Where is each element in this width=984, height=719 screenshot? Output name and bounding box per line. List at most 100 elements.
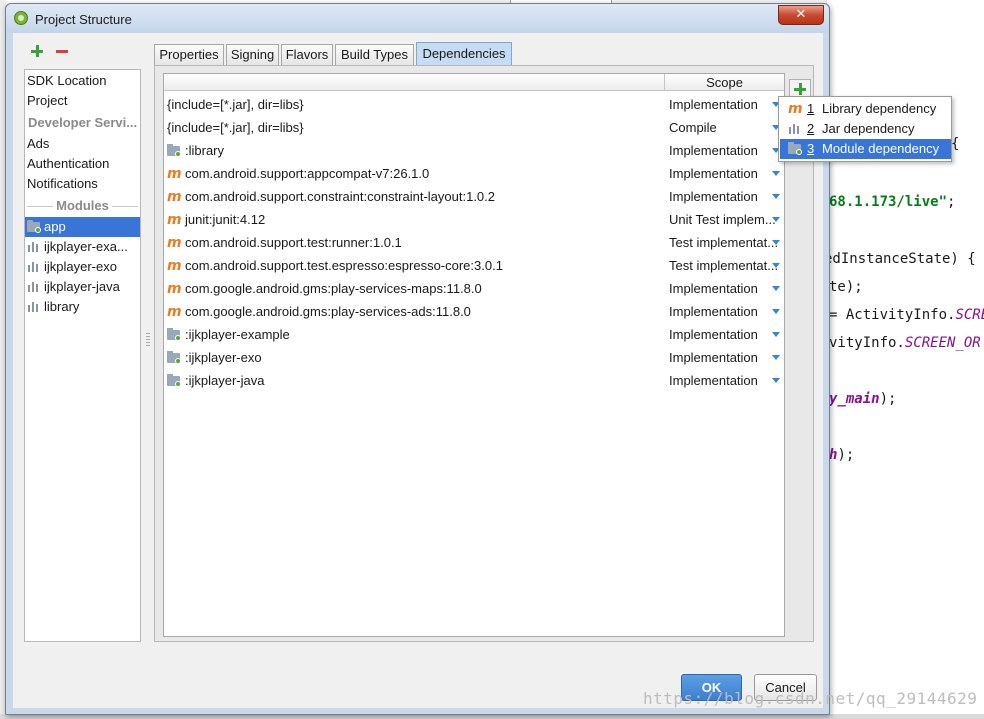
dependency-name: m junit:junit:4.12 xyxy=(167,208,265,232)
menu-item-library-dependency[interactable]: m 1 Library dependency xyxy=(780,99,951,119)
sidebar: SDK Location Project Developer Servi... … xyxy=(24,69,141,642)
editor-brace: { xyxy=(951,136,960,152)
scope-dropdown[interactable]: Compile xyxy=(669,116,777,139)
table-row[interactable]: m com.android.support.test.espresso:espre… xyxy=(164,254,784,277)
remove-icon[interactable] xyxy=(55,44,69,58)
menu-item-label: Library dependency xyxy=(822,101,937,116)
dependency-name: :ijkplayer-example xyxy=(167,323,290,346)
maven-icon: m xyxy=(167,189,182,205)
sidebar-item-ijkplayer-example[interactable]: ijkplayer-exa... xyxy=(25,237,140,257)
table-row[interactable]: m junit:junit:4.12 Unit Test implem... xyxy=(164,208,784,231)
menu-item-number: 3 xyxy=(807,141,815,156)
maven-icon: m xyxy=(167,212,182,228)
table-row[interactable]: m com.google.android.gms:play-services-ad… xyxy=(164,300,784,323)
chevron-down-icon[interactable] xyxy=(772,217,780,222)
menu-item-number: 1 xyxy=(807,101,815,116)
dependency-name: {include=[*.jar], dir=libs} xyxy=(167,116,304,139)
scope-dropdown[interactable]: Unit Test implem... xyxy=(669,208,777,231)
table-row[interactable]: :ijkplayer-java Implementation xyxy=(164,369,784,392)
dependency-name: m com.google.android.gms:play-services-ma… xyxy=(167,277,482,301)
sidebar-item-notifications[interactable]: Notifications xyxy=(25,174,140,194)
table-row[interactable]: m com.android.support.constraint:constrai… xyxy=(164,185,784,208)
sidebar-item-authentication[interactable]: Authentication xyxy=(25,154,140,174)
module-icon xyxy=(788,139,804,159)
add-dependency-popup: m 1 Library dependency 2 Jar dependency … xyxy=(778,96,952,162)
menu-item-jar-dependency[interactable]: 2 Jar dependency xyxy=(780,119,951,139)
chevron-down-icon[interactable] xyxy=(772,194,780,199)
scope-dropdown[interactable]: Implementation xyxy=(669,139,777,162)
dialog-client-area: SDK Location Project Developer Servi... … xyxy=(13,33,823,708)
library-module-icon xyxy=(27,261,41,272)
table-row[interactable]: :ijkplayer-exo Implementation xyxy=(164,346,784,369)
tab-properties[interactable]: Properties xyxy=(154,44,224,66)
scope-dropdown[interactable]: Implementation xyxy=(669,277,777,300)
module-icon xyxy=(27,220,41,233)
module-icon xyxy=(167,374,181,387)
scope-dropdown[interactable]: Implementation xyxy=(669,346,777,369)
dependency-name-text: com.google.android.gms:play-services-ads… xyxy=(185,304,471,319)
dependency-name-text: {include=[*.jar], dir=libs} xyxy=(167,120,304,135)
tab-signing[interactable]: Signing xyxy=(226,44,279,66)
scope-dropdown[interactable]: Implementation xyxy=(669,93,777,116)
editor-line-te: te); xyxy=(829,279,863,295)
scope-dropdown[interactable]: Implementation xyxy=(669,323,777,346)
sidebar-item-ads[interactable]: Ads xyxy=(25,134,140,154)
close-button[interactable]: ✕ xyxy=(778,5,824,25)
tab-build-types[interactable]: Build Types xyxy=(335,44,414,66)
sidebar-item-library[interactable]: library xyxy=(25,297,140,317)
add-icon[interactable] xyxy=(30,44,44,58)
dependency-name: :ijkplayer-exo xyxy=(167,346,262,369)
sidebar-toolbar xyxy=(13,33,153,69)
menu-item-number: 2 xyxy=(807,121,815,136)
module-icon xyxy=(167,351,181,364)
scope-dropdown[interactable]: Implementation xyxy=(669,369,777,392)
table-row[interactable]: m com.android.support.test:runner:1.0.1 Te… xyxy=(164,231,784,254)
dependency-name-text: junit:junit:4.12 xyxy=(185,212,266,227)
sidebar-item-label: ijkplayer-exa... xyxy=(44,239,128,254)
chevron-down-icon[interactable] xyxy=(772,355,780,360)
jar-icon xyxy=(788,119,804,139)
tab-dependencies[interactable]: Dependencies xyxy=(416,42,512,66)
editor-line-saved-instance: edInstanceState) { xyxy=(826,251,976,267)
tab-flavors[interactable]: Flavors xyxy=(281,44,333,66)
scope-column-header[interactable]: Scope xyxy=(665,75,784,90)
menu-item-module-dependency[interactable]: 3 Module dependency xyxy=(780,139,951,159)
chevron-down-icon[interactable] xyxy=(772,309,780,314)
chevron-down-icon[interactable] xyxy=(772,263,780,268)
table-row[interactable]: :ijkplayer-example Implementation xyxy=(164,323,784,346)
dialog-title: Project Structure xyxy=(35,12,132,27)
table-row[interactable]: {include=[*.jar], dir=libs} Implementatio… xyxy=(164,93,784,116)
library-module-icon xyxy=(27,301,41,312)
chevron-down-icon[interactable] xyxy=(772,378,780,383)
sidebar-item-ijkplayer-java[interactable]: ijkplayer-java xyxy=(25,277,140,297)
scope-dropdown[interactable]: Implementation xyxy=(669,300,777,323)
sidebar-item-project[interactable]: Project xyxy=(25,91,140,111)
scope-dropdown[interactable]: Test implementat... xyxy=(669,254,777,277)
dependency-name: {include=[*.jar], dir=libs} xyxy=(167,93,304,116)
table-row[interactable]: {include=[*.jar], dir=libs} Compile xyxy=(164,116,784,139)
sidebar-item-app[interactable]: app xyxy=(25,217,140,237)
dependency-name: :library xyxy=(167,139,224,162)
sidebar-group-developer-services: Developer Servi... xyxy=(28,115,138,130)
chevron-down-icon[interactable] xyxy=(772,332,780,337)
table-row[interactable]: m com.android.support:appcompat-v7:26.1.0… xyxy=(164,162,784,185)
sidebar-item-sdk-location[interactable]: SDK Location xyxy=(25,71,140,91)
scope-dropdown[interactable]: Implementation xyxy=(669,162,777,185)
table-row[interactable]: m com.google.android.gms:play-services-ma… xyxy=(164,277,784,300)
scope-dropdown[interactable]: Test implementat... xyxy=(669,231,777,254)
chevron-down-icon[interactable] xyxy=(772,171,780,176)
editor-line-main: y_main); xyxy=(829,391,897,407)
dependency-name-text: {include=[*.jar], dir=libs} xyxy=(167,97,304,112)
maven-icon: m xyxy=(167,281,182,297)
chevron-down-icon[interactable] xyxy=(772,286,780,291)
sidebar-item-label: app xyxy=(44,219,66,234)
scope-dropdown[interactable]: Implementation xyxy=(669,185,777,208)
sidebar-item-ijkplayer-exo[interactable]: ijkplayer-exo xyxy=(25,257,140,277)
editor-line-activity-info: = ActivityInfo.SCRE xyxy=(829,307,984,323)
dialog-titlebar[interactable]: Project Structure ✕ xyxy=(6,4,829,33)
table-row[interactable]: :library Implementation xyxy=(164,139,784,162)
splitter-handle[interactable] xyxy=(146,333,150,347)
chevron-down-icon[interactable] xyxy=(772,240,780,245)
maven-icon: m xyxy=(167,304,182,320)
sidebar-item-label: library xyxy=(44,299,80,314)
